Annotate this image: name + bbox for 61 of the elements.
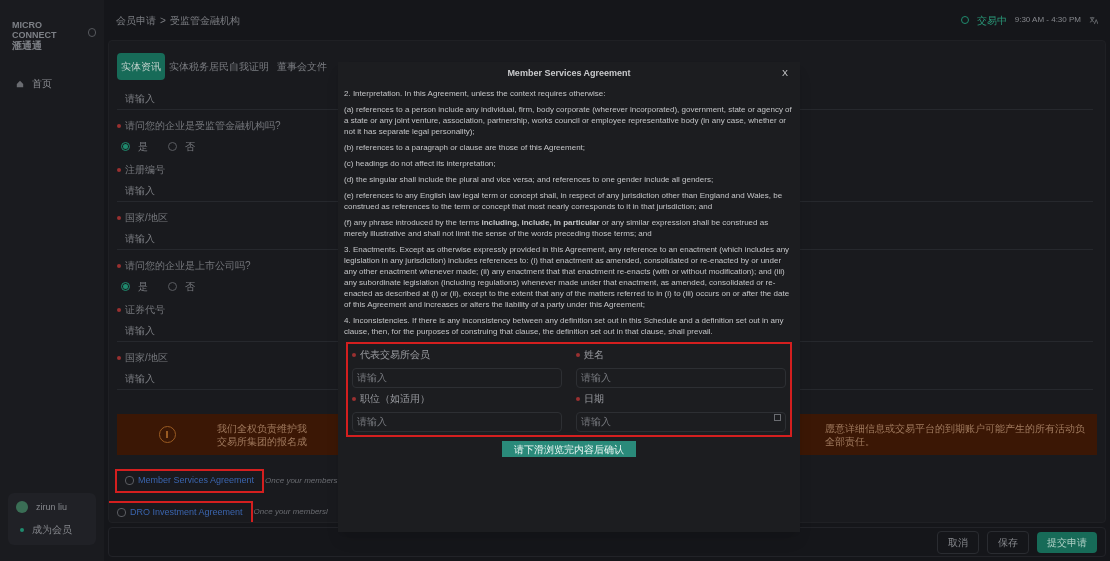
nav-item[interactable]: 首页	[8, 72, 96, 95]
agreement-paragraph: 2. Interpretation. In this Agreement, unless the context requires otherwise:	[344, 88, 607, 99]
tab[interactable]: 实体资讯	[117, 53, 165, 80]
breadcrumb-item[interactable]: 会员申请	[116, 12, 156, 28]
radio-label: 否	[185, 280, 195, 294]
radio-button[interactable]	[121, 282, 130, 291]
home-icon	[16, 79, 24, 88]
breadcrumb-item: >	[160, 13, 166, 28]
field-label: 代表交易所会员	[360, 348, 430, 362]
field-label: 职位（如适用）	[360, 392, 430, 406]
member-status: 成为会员	[32, 523, 72, 537]
logo: MICRO CONNECT 滙通通	[12, 20, 57, 52]
agreement-paragraph: (d) the singular shall include the plural and vice versa; and references to one gender include all genders;	[344, 174, 715, 185]
radio-button[interactable]	[121, 142, 130, 151]
agreement-paragraph: (e) references to any English law legal term or concept shall, in respect of any jurisdiction other than England and Wales, be construed as references to the term or concept that most nearly corresponds to it in that jurisdiction; and	[344, 190, 784, 212]
dialog-title: Member Services Agreement	[507, 67, 631, 81]
agreement-paragraph: 4. Inconsistencies. If there is any inconsistency between any definition set out in this Schedule and a definition set out in any clause, then, for the purposes of construing that clause, the definition set out in that clause, shall prevail.	[344, 315, 785, 337]
radio-label: 否	[185, 140, 195, 154]
checkbox[interactable]	[117, 507, 126, 517]
agreement-paragraph: (a) references to a person include any individual, firm, body corporate (wherever incorporated), government, state or agency of a state or any joint venture, association, partnership, works council or employee representative body (in any case, whether or not it has separate legal personality);	[344, 104, 793, 137]
calendar-icon	[774, 414, 781, 421]
input-field[interactable]: 请输入	[576, 367, 786, 388]
checkbox[interactable]	[125, 476, 134, 486]
field-label: 国家/地区	[125, 351, 168, 365]
footer-button[interactable]: 保存	[987, 530, 1029, 554]
agreement-paragraph: (b) references to a paragraph or clause are those of this Agreement;	[344, 142, 587, 153]
tab[interactable]: 董事会文件	[273, 53, 331, 80]
field-label: 注册编号	[125, 163, 165, 177]
user-name: zirun liu	[36, 500, 67, 514]
user-card[interactable]: zirun liu 成为会员	[8, 492, 96, 545]
radio-label: 是	[138, 140, 148, 154]
field-label: 证券代号	[125, 303, 165, 317]
confirm-button[interactable]: 请下滑浏览完内容后确认	[502, 441, 636, 457]
notice-text: 我们全权负责维护我	[217, 421, 307, 435]
agreement-paragraph: (c) headings do not affect its interpretation;	[344, 158, 497, 169]
agreement-link[interactable]: DRO Investment Agreement	[130, 505, 243, 519]
question-label: 请问您的企业是上市公司吗?	[125, 259, 251, 273]
field-label: 国家/地区	[125, 211, 168, 225]
agreement-paragraph: 3. Enactments. Except as otherwise expressly provided in this Agreement, any reference to an enactment (which includes any legislation in any jurisdiction) includes references to: (i) that enactment as amended, consolidated or re-enacted by or under any other enactment whenever made; (ii) any enactment that that enactment re-enacts (with or without modification); and (iii) any subordinate legislation (including regulations) whenever made under that enactment, as amended, consolidated or re-enacted as described at (i) or (ii), except to the extent that any of the matters referred to in (i) to (iii) occurs on or after the date of this Agreement and increases or alters the liability of a party under this Agreement;	[344, 244, 791, 310]
tab[interactable]: 实体税务居民自我证明	[165, 53, 273, 80]
notice-text: 交易所集团的报名成	[217, 434, 307, 448]
footer-button[interactable]: 取消	[937, 530, 979, 554]
agreement-link[interactable]: Member Services Agreement	[138, 474, 255, 488]
input-field[interactable]: 请输入	[352, 411, 562, 432]
date-field[interactable]: 请输入	[576, 411, 786, 432]
agreement-paragraph: (f) any phrase introduced by the terms including, include, in particular or any similar expression shall be construed as merely illustrative and shall not limit the sense of the words preceding those terms; and	[344, 217, 770, 239]
agreement-text: Once your membersl	[253, 506, 328, 519]
avatar-icon	[16, 501, 28, 514]
footer-button[interactable]: 提交申请	[1037, 531, 1097, 553]
question-label: 请问您的企业是受监管金融机构吗?	[125, 119, 281, 133]
market-status: 交易中	[976, 13, 1007, 28]
translate-icon[interactable]	[1089, 15, 1098, 25]
notice-text: 愿意详细信息或交易平台的到期账户可能产生的所有活动负全部责任。	[825, 422, 1085, 448]
radio-label: 是	[138, 280, 148, 294]
trading-hours: 9:30 AM - 4:30 PM	[1014, 14, 1081, 26]
breadcrumb-item[interactable]: 受监管金融机构	[169, 12, 240, 28]
field-label: 姓名	[584, 348, 604, 362]
close-button[interactable]: X	[782, 67, 788, 81]
agreement-text: Once your members	[265, 474, 338, 487]
input-field[interactable]: 请输入	[352, 367, 562, 388]
field-label: 日期	[584, 392, 604, 406]
